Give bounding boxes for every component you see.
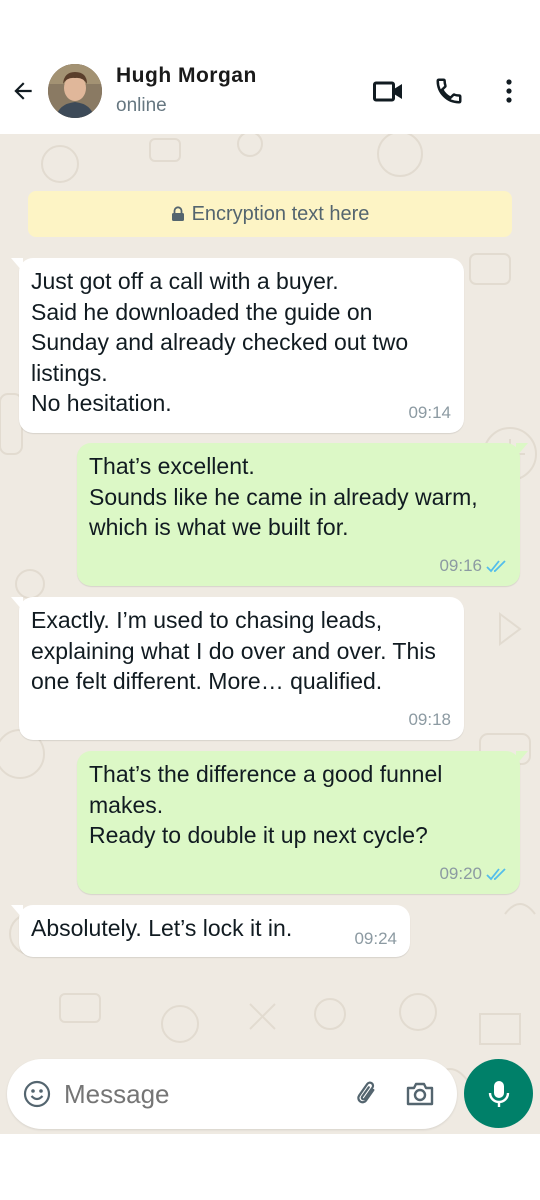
- message-time: 09:18: [408, 710, 451, 729]
- paperclip-icon[interactable]: [353, 1079, 383, 1109]
- message-bubble-outgoing[interactable]: That’s the difference a good funnel make…: [77, 751, 528, 894]
- read-ticks-icon: [486, 868, 506, 881]
- more-vertical-icon[interactable]: [496, 76, 522, 106]
- bubble-tail: [11, 905, 23, 919]
- microphone-icon: [488, 1080, 509, 1107]
- message-text: That’s excellent. Sounds like he came in…: [89, 453, 478, 540]
- encryption-notice[interactable]: Encryption text here: [28, 191, 512, 237]
- message-text: Exactly. I’m used to chasing leads, expl…: [31, 607, 436, 694]
- encryption-text: Encryption text here: [191, 202, 370, 225]
- avatar[interactable]: [48, 64, 102, 118]
- message-bubble-incoming[interactable]: Just got off a call with a buyer. Said h…: [11, 258, 464, 433]
- camera-icon[interactable]: [405, 1080, 435, 1108]
- chat-area[interactable]: Encryption text here Just got off a call…: [0, 134, 540, 1134]
- message-text: That’s the difference a good funnel make…: [89, 761, 443, 848]
- bubble-tail: [516, 751, 528, 765]
- contact-name[interactable]: Hugh Morgan: [116, 64, 257, 88]
- message-bubble-incoming[interactable]: Absolutely. Let’s lock it in. 09:24: [11, 905, 410, 957]
- message-time: 09:16: [439, 556, 482, 575]
- lock-icon: [171, 206, 184, 221]
- message-input[interactable]: [62, 1073, 346, 1115]
- video-camera-icon[interactable]: [372, 76, 404, 106]
- message-bubble-outgoing[interactable]: That’s excellent. Sounds like he came in…: [77, 443, 528, 586]
- message-text: Just got off a call with a buyer. Said h…: [31, 268, 409, 416]
- arrow-left-icon[interactable]: [10, 78, 36, 104]
- message-text: Absolutely. Let’s lock it in.: [31, 915, 293, 941]
- message-composer[interactable]: [7, 1059, 457, 1129]
- bubble-tail: [11, 258, 23, 272]
- phone-icon[interactable]: [434, 76, 464, 106]
- bubble-tail: [516, 443, 528, 457]
- bubble-tail: [11, 597, 23, 611]
- contact-status: online: [116, 95, 167, 116]
- message-time: 09:24: [354, 929, 397, 948]
- message-bubble-incoming[interactable]: Exactly. I’m used to chasing leads, expl…: [11, 597, 464, 740]
- chat-header: Hugh Morgan online: [0, 0, 540, 134]
- message-time: 09:14: [408, 403, 451, 422]
- message-time: 09:20: [439, 864, 482, 883]
- microphone-button[interactable]: [464, 1059, 533, 1128]
- read-ticks-icon: [486, 560, 506, 573]
- bottom-area: [0, 1134, 540, 1200]
- emoji-icon[interactable]: [23, 1080, 51, 1108]
